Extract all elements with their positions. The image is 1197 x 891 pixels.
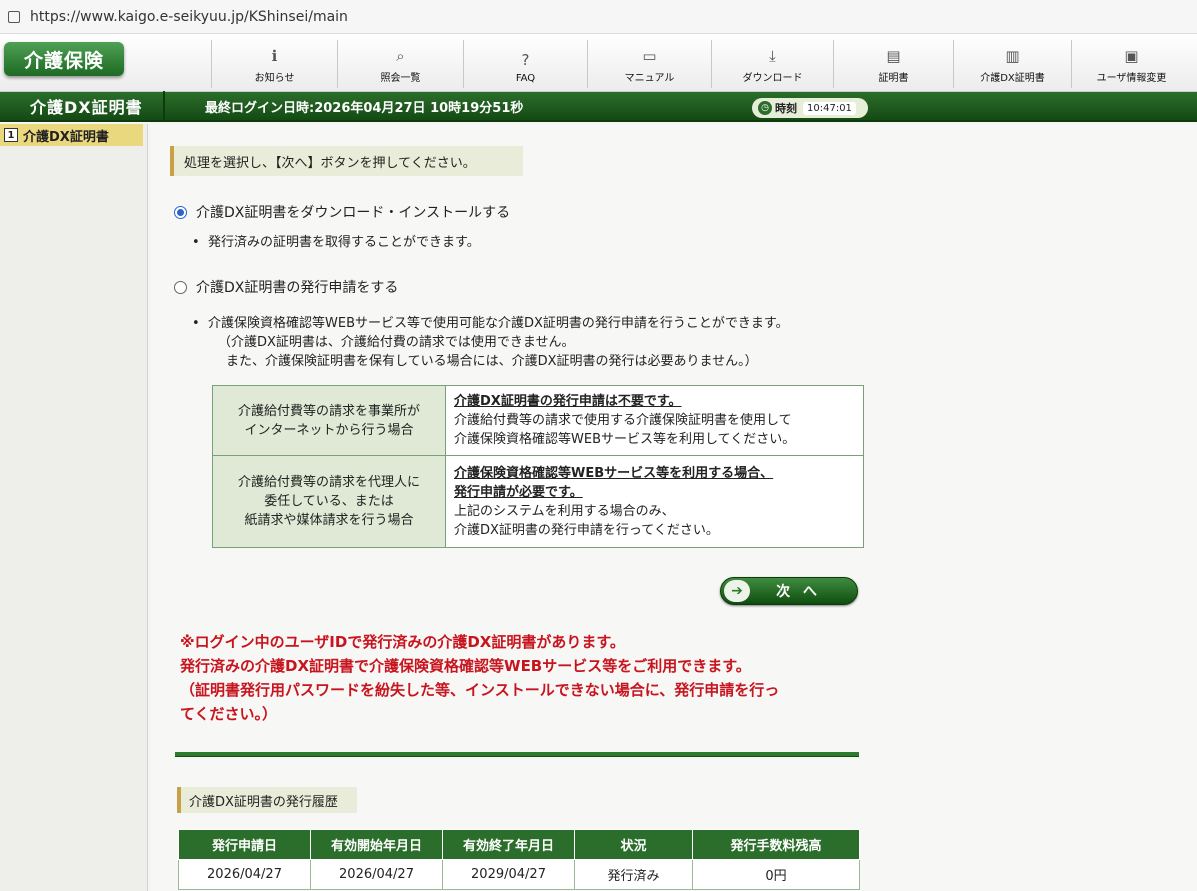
main-content: 処理を選択し、【次へ】ボタンを押してください。 介護DX証明書をダウンロード・イ…	[150, 124, 1197, 891]
radio-issue-request[interactable]	[174, 280, 187, 294]
history-title: 介護DX証明書の発行履歴	[177, 787, 357, 813]
guidance-table: 介護給付費等の請求を事業所が インターネットから行う場合 介護DX証明書の発行申…	[212, 385, 864, 548]
option-download-install[interactable]: 介護DX証明書をダウンロード・インストールする	[174, 202, 510, 222]
title-bar: 介護DX証明書 最終ログイン日時:2026年04月27日 10時19分51秒 ◷…	[0, 91, 1197, 122]
table-cell: 発行済み	[574, 859, 693, 890]
warning-message: ※ログイン中のユーザIDで発行済みの介護DX証明書があります。 発行済みの介護D…	[180, 633, 780, 723]
option-download-label: 介護DX証明書をダウンロード・インストールする	[196, 205, 511, 221]
nav-item-dx-certificate[interactable]: ▥ 介護DX証明書	[953, 40, 1071, 88]
table-cell: 2026/04/27	[310, 859, 443, 890]
clock-icon: ◷	[758, 101, 772, 115]
nav-item-certificate[interactable]: ▤ 証明書	[833, 40, 953, 88]
table-row: 介護給付費等の請求を事業所が インターネットから行う場合 介護DX証明書の発行申…	[212, 385, 864, 456]
nav-item-info[interactable]: ℹ お知らせ	[211, 40, 337, 88]
dx-certificate-icon: ▥	[1005, 47, 1020, 65]
section-divider	[175, 752, 859, 757]
column-header: 有効開始年月日	[310, 829, 443, 860]
column-header: 発行申請日	[178, 829, 311, 860]
user-card-icon: ▣	[1124, 47, 1139, 65]
table-row: 介護給付費等の請求を代理人に 委任している、または 紙請求や媒体請求を行う場合 …	[212, 455, 864, 548]
option2-note: • 介護保険資格確認等WEBサービス等で使用可能な介護DX証明書の発行申請を行う…	[192, 316, 789, 369]
table-cell: 0円	[692, 859, 860, 890]
bullet-icon: •	[192, 316, 200, 331]
faq-icon: ?	[521, 51, 530, 69]
nav-item-inquiry-list[interactable]: ⌕ 照会一覧	[337, 40, 463, 88]
column-header: 有効終了年月日	[442, 829, 575, 860]
nav-item-download[interactable]: ⤓ ダウンロード	[711, 40, 833, 88]
column-header: 状況	[574, 829, 693, 860]
book-icon: ▭	[642, 47, 657, 65]
bullet-icon: •	[192, 235, 200, 250]
browser-address-bar[interactable]: https://www.kaigo.e-seikyuu.jp/KShinsei/…	[0, 0, 1197, 34]
option1-note: • 発行済みの証明書を取得することができます。	[192, 235, 480, 250]
table-cell: 介護給付費等の請求を代理人に 委任している、または 紙請求や媒体請求を行う場合	[212, 455, 446, 548]
nav-item-manual[interactable]: ▭ マニュアル	[587, 40, 711, 88]
next-button[interactable]: ➔ 次 へ	[720, 577, 858, 605]
search-icon: ⌕	[396, 47, 405, 65]
table-cell: 介護給付費等の請求を事業所が インターネットから行う場合	[212, 385, 446, 456]
sidebar-item-label: 介護DX証明書	[23, 129, 109, 145]
url-text[interactable]: https://www.kaigo.e-seikyuu.jp/KShinsei/…	[30, 9, 348, 25]
top-navigation: 介護保険 ℹ お知らせ ⌕ 照会一覧 ? FAQ ▭ マニュアル ⤓ ダウンロー…	[0, 34, 1197, 92]
info-icon: ℹ	[271, 47, 278, 65]
table-header-row: 発行申請日 有効開始年月日 有効終了年月日 状況 発行手数料残高	[178, 829, 860, 860]
option-issue-request[interactable]: 介護DX証明書の発行申請をする	[174, 277, 398, 297]
sidebar: 1 介護DX証明書	[0, 124, 148, 891]
page-title: 介護DX証明書	[0, 91, 165, 121]
radio-download-selected[interactable]	[174, 205, 187, 219]
table-cell: 2029/04/27	[442, 859, 575, 890]
clock-time: 10:47:01	[803, 101, 856, 115]
certificate-icon: ▤	[886, 47, 901, 65]
table-cell: 2026/04/27	[178, 859, 311, 890]
history-table: 発行申請日 有効開始年月日 有効終了年月日 状況 発行手数料残高 2026/04…	[178, 829, 860, 890]
clock-display: ◷ 時刻 10:47:01	[752, 98, 868, 118]
table-cell: 介護保険資格確認等WEBサービス等を利用する場合、 発行申請が必要です。 上記の…	[445, 455, 864, 548]
sidebar-item-dx-certificate[interactable]: 1 介護DX証明書	[0, 124, 143, 146]
instruction-box: 処理を選択し、【次へ】ボタンを押してください。	[170, 146, 523, 176]
lock-icon	[8, 10, 20, 23]
table-row: 2026/04/27 2026/04/27 2029/04/27 発行済み 0円	[178, 859, 860, 890]
column-header: 発行手数料残高	[692, 829, 860, 860]
nav-item-faq[interactable]: ? FAQ	[463, 40, 587, 88]
nav-item-user-settings[interactable]: ▣ ユーザ情報変更	[1071, 40, 1191, 88]
arrow-right-icon: ➔	[724, 580, 750, 602]
table-cell: 介護DX証明書の発行申請は不要です。 介護給付費等の請求で使用する介護保険証明書…	[445, 385, 864, 456]
sidebar-item-number: 1	[4, 128, 18, 142]
logo-button[interactable]: 介護保険	[4, 42, 124, 76]
option-issue-label: 介護DX証明書の発行申請をする	[196, 280, 399, 296]
last-login: 最終ログイン日時:2026年04月27日 10時19分51秒	[205, 100, 524, 116]
clock-label: 時刻	[775, 102, 797, 115]
download-icon: ⤓	[769, 47, 776, 65]
